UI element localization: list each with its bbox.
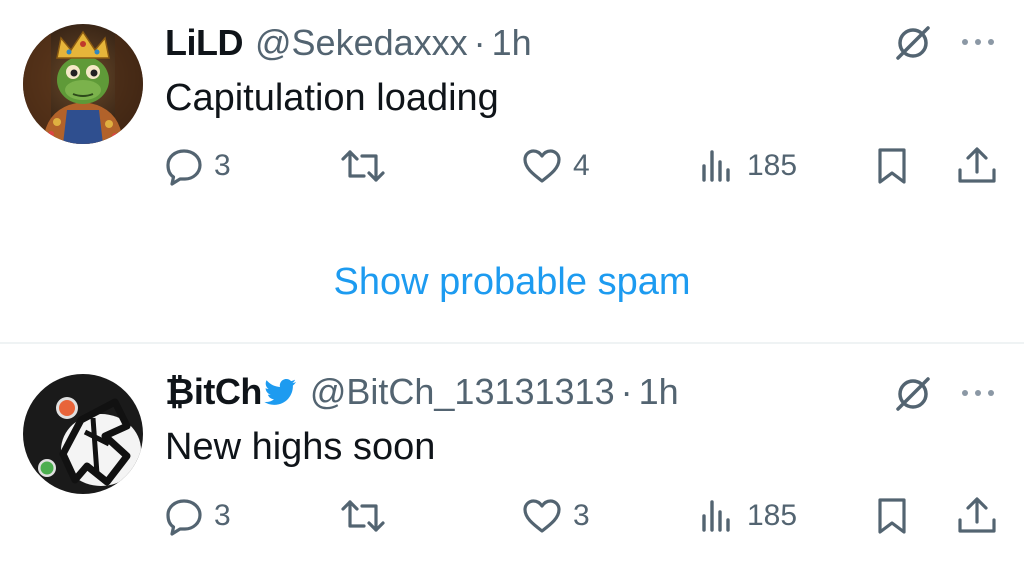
action-bar: 3 3 185 [0,493,1024,539]
heart-icon [523,149,561,183]
bookmark-icon [878,148,906,184]
share-icon [958,147,996,183]
twitter-bird-icon [264,379,296,405]
more-options-icon[interactable] [956,22,1000,62]
views-chart-icon [702,150,730,182]
reply-button[interactable]: 3 [164,143,231,189]
probable-spam-row: Show probable spam [0,230,1024,334]
bookmark-button[interactable] [874,493,910,539]
display-name[interactable]: ₿itCh [165,367,262,417]
user-handle[interactable]: @Sekedaxxx [255,18,468,68]
views-chart-icon [702,500,730,532]
tweet-text: New highs soon [165,426,436,468]
tweet-card[interactable]: LiLD @Sekedaxxx · 1h Capitulation loadin… [0,0,1024,215]
like-count: 4 [573,149,590,182]
view-count: 185 [747,499,798,532]
graffiti-avatar-image [23,374,143,494]
separator-dot: · [620,371,633,412]
timestamp[interactable]: 1h [492,18,532,68]
heart-icon [523,499,561,533]
show-probable-spam-link[interactable]: Show probable spam [334,261,691,304]
view-count: 185 [747,149,798,182]
reply-count: 3 [214,499,231,532]
reply-icon [166,149,202,186]
retweet-button[interactable] [340,493,396,539]
bookmark-icon [878,498,906,534]
like-count: 3 [573,499,590,532]
grok-icon[interactable] [890,20,936,66]
tweet-header: ₿itCh @BitCh_13131313 · 1h [165,367,679,417]
divider [0,342,1024,344]
frog-king-avatar-image [23,24,143,144]
more-options-icon[interactable] [956,373,1000,413]
timestamp[interactable]: 1h [639,367,679,417]
retweet-button[interactable] [340,143,396,189]
reply-button[interactable]: 3 [164,493,231,539]
user-handle[interactable]: @BitCh_13131313 [310,367,615,417]
grok-icon[interactable] [890,371,936,417]
share-button[interactable] [955,493,999,539]
reply-icon [166,499,202,536]
bookmark-button[interactable] [874,143,910,189]
tweet-text: Capitulation loading [165,77,499,119]
reply-count: 3 [214,149,231,182]
retweet-icon [341,500,385,532]
tweet-header: LiLD @Sekedaxxx · 1h [165,18,532,68]
action-bar: 3 4 185 [0,143,1024,189]
like-button[interactable]: 4 [521,143,590,189]
separator-dot: · [473,22,486,63]
share-button[interactable] [955,143,999,189]
share-icon [958,497,996,533]
tweet-card[interactable]: ₿itCh @BitCh_13131313 · 1h New highs soo… [0,345,1024,564]
views-button[interactable]: 185 [697,493,797,539]
views-button[interactable]: 185 [697,143,797,189]
avatar[interactable] [23,24,143,144]
avatar[interactable] [23,374,143,494]
display-name[interactable]: LiLD [165,18,243,68]
like-button[interactable]: 3 [521,493,590,539]
retweet-icon [341,150,385,182]
